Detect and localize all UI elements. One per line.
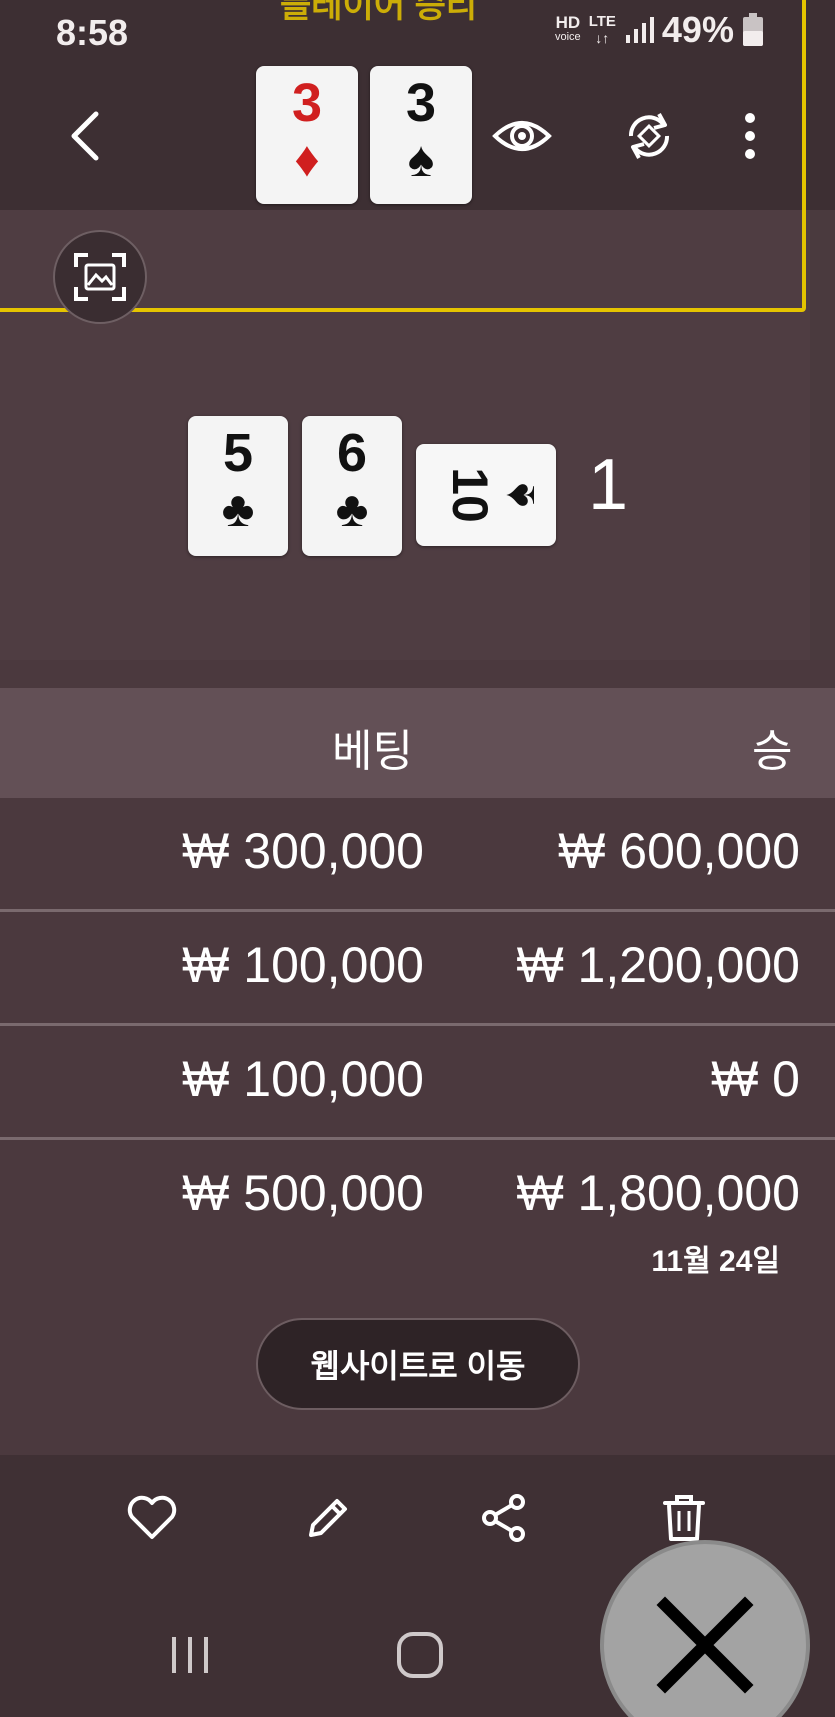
row-4-win: ₩ 1,800,000 — [516, 1165, 800, 1221]
card-rank: 10 — [441, 467, 498, 523]
battery-percent: 49% — [661, 9, 734, 50]
view-toggle-button[interactable] — [490, 104, 554, 168]
close-icon — [656, 1596, 754, 1694]
trash-icon — [663, 1495, 705, 1541]
card-suit: ♠ — [407, 131, 435, 187]
share-icon — [482, 1494, 525, 1542]
row-3-win: ₩ 0 — [711, 1051, 800, 1107]
card-suit: ♣ — [335, 481, 369, 537]
eye-icon — [492, 121, 552, 151]
card-rank: 3 — [405, 73, 437, 133]
row-4-bet: ₩ 500,000 — [182, 1165, 424, 1221]
card-suit: ♦ — [294, 131, 320, 187]
image-scan-icon — [74, 253, 126, 301]
chevron-left-icon — [71, 111, 99, 161]
header-card-2: 3 ♠ — [370, 66, 472, 204]
go-to-website-button[interactable]: 웹사이트로 이동 — [256, 1318, 580, 1410]
date-label: 11월 24일 — [651, 1245, 780, 1278]
card-rank: 5 — [222, 423, 254, 483]
rotate-icon — [628, 113, 670, 159]
bet-column-header: 베팅 — [332, 727, 413, 776]
lte-indicator: LTE ↓↑ — [588, 12, 616, 46]
more-options-button[interactable] — [718, 104, 782, 168]
row-1-win: ₩ 600,000 — [558, 823, 800, 879]
back-button[interactable] — [54, 104, 118, 168]
header-card-1: 3 ♦ — [256, 66, 358, 204]
bet-table-header — [0, 688, 835, 798]
edit-button[interactable] — [296, 1486, 360, 1550]
status-time: 8:58 — [56, 12, 129, 53]
card-rank: 6 — [336, 423, 368, 483]
recents-button[interactable] — [160, 1630, 220, 1680]
row-2-win: ₩ 1,200,000 — [516, 937, 800, 993]
card-rank: 3 — [291, 73, 323, 133]
hand-count: 1 — [588, 445, 629, 525]
voice-label: voice — [555, 31, 581, 43]
row-divider — [0, 1023, 835, 1026]
scan-image-button[interactable] — [53, 230, 147, 324]
home-button[interactable] — [390, 1628, 450, 1682]
hand-card-1: 5 ♣ — [188, 416, 288, 556]
row-1-bet: ₩ 300,000 — [182, 823, 424, 879]
share-button[interactable] — [472, 1486, 536, 1550]
recents-icon — [172, 1637, 208, 1673]
win-column-header: 승 — [752, 727, 793, 776]
status-indicators: HD voice LTE ↓↑ 49% — [555, 9, 764, 50]
lte-label: LTE — [588, 12, 616, 30]
more-vertical-icon — [745, 113, 755, 159]
hand-card-3-sideways: 10 ♠ — [416, 444, 556, 546]
battery-icon — [742, 13, 763, 46]
hand-card-2: 6 ♣ — [302, 416, 402, 556]
pencil-icon — [309, 1499, 347, 1537]
row-2-bet: ₩ 100,000 — [182, 937, 424, 993]
signal-icon — [625, 17, 654, 43]
card-suit: ♣ — [221, 481, 255, 537]
row-divider — [0, 909, 835, 912]
row-divider — [0, 1137, 835, 1140]
hd-voice-indicator: HD voice — [555, 14, 581, 45]
rotate-button[interactable] — [617, 104, 681, 168]
player-win-title: 플레이어 승리 — [280, 0, 478, 25]
heart-icon — [127, 1495, 177, 1539]
row-3-bet: ₩ 100,000 — [182, 1051, 424, 1107]
card-suit: ♠ — [491, 482, 544, 508]
home-icon — [397, 1632, 443, 1678]
favorite-button[interactable] — [120, 1486, 184, 1550]
